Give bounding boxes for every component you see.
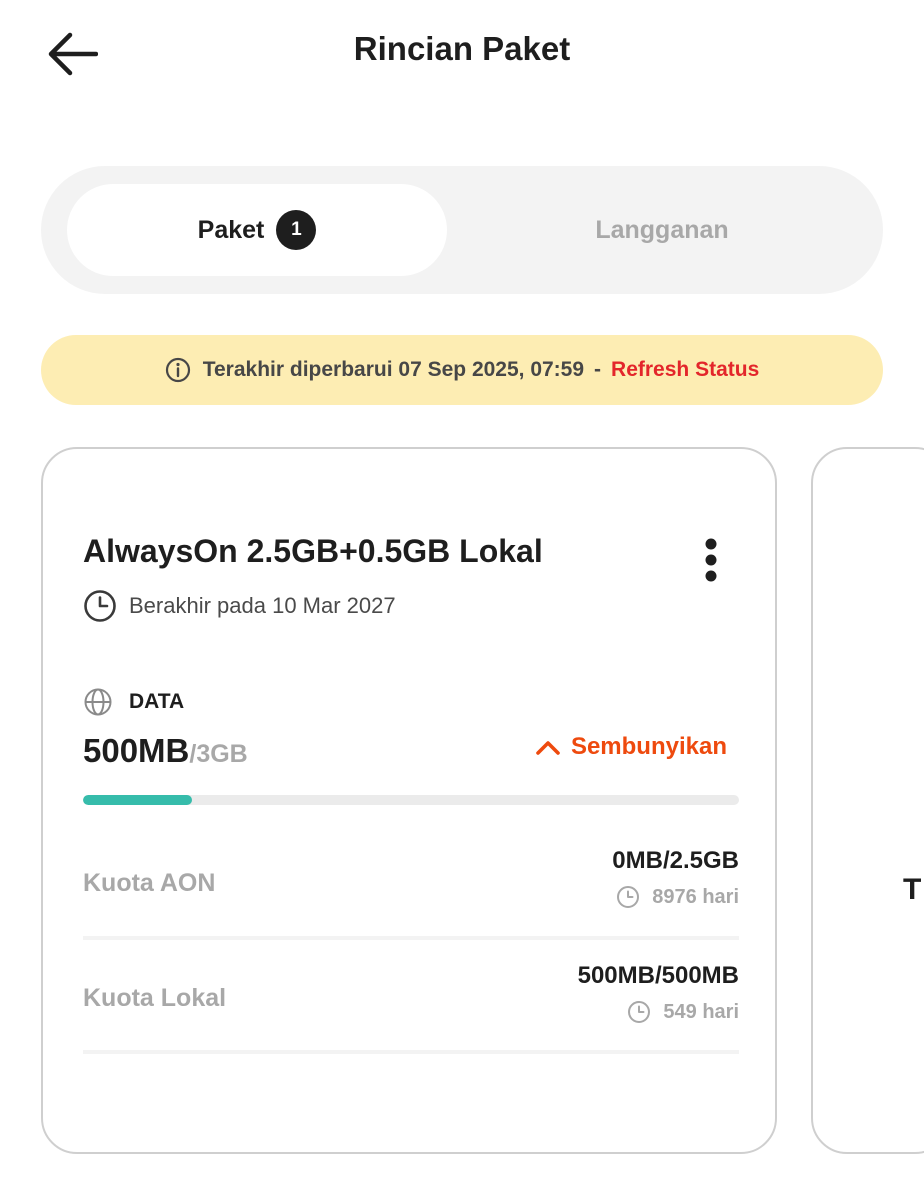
more-vertical-icon: [705, 538, 717, 582]
next-card-peek-text: T: [903, 873, 922, 906]
quota-row-lokal: Kuota Lokal 500MB/500MB 549 hari: [83, 962, 739, 1052]
tab-paket[interactable]: Paket 1: [67, 184, 447, 276]
chevron-up-icon: [535, 738, 561, 756]
tab-bar: Paket 1 Langganan: [41, 166, 883, 294]
data-usage-amount: 500MB/3GB: [83, 732, 248, 770]
package-name: AlwaysOn 2.5GB+0.5GB Lokal: [83, 533, 543, 569]
page-title: Rincian Paket: [353, 30, 571, 67]
clock-icon: [83, 589, 117, 623]
data-used: 500MB: [83, 732, 190, 769]
package-card: AlwaysOn 2.5GB+0.5GB Lokal Berakhir pada…: [41, 447, 777, 1154]
quota-row-aon: Kuota AON 0MB/2.5GB 8976 hari: [83, 847, 739, 937]
quota-validity: 549 hari: [627, 1000, 739, 1024]
quota-validity: 8976 hari: [616, 885, 739, 909]
row-divider: [83, 936, 739, 940]
package-expiry: Berakhir pada 10 Mar 2027: [83, 589, 396, 623]
update-notice: Terakhir diperbarui 07 Sep 2025, 07:59 -…: [41, 335, 883, 405]
notice-text: Terakhir diperbarui 07 Sep 2025, 07:59: [202, 358, 585, 381]
hide-details-button[interactable]: Sembunyikan: [535, 733, 727, 761]
notice-separator: -: [594, 358, 602, 381]
data-label-text: DATA: [129, 690, 185, 713]
data-section-label: DATA: [83, 687, 184, 717]
clock-icon: [616, 885, 640, 909]
globe-icon: [83, 687, 113, 717]
clock-icon: [627, 1000, 651, 1024]
quota-value: 0MB/2.5GB: [612, 847, 739, 874]
tab-langganan[interactable]: Langganan: [462, 184, 862, 276]
tab-paket-badge: 1: [276, 210, 317, 250]
tab-langganan-label: Langganan: [595, 215, 729, 244]
data-total: /3GB: [189, 740, 248, 768]
expiry-text: Berakhir pada 10 Mar 2027: [129, 593, 396, 618]
row-divider: [83, 1050, 739, 1054]
quota-label: Kuota AON: [83, 869, 216, 897]
info-icon: [165, 357, 191, 383]
data-usage-progress-fill: [83, 795, 193, 805]
quota-days: 8976 hari: [652, 885, 739, 908]
quota-label: Kuota Lokal: [83, 984, 227, 1012]
data-usage-progress: [83, 795, 739, 805]
refresh-status-link[interactable]: Refresh Status: [611, 358, 759, 382]
more-options-button[interactable]: [691, 535, 731, 585]
quota-days: 549 hari: [663, 1000, 739, 1023]
header: Rincian Paket: [0, 0, 924, 110]
tab-paket-label: Paket: [197, 215, 265, 244]
next-package-card[interactable]: T: [811, 447, 924, 1154]
quota-value: 500MB/500MB: [577, 962, 739, 989]
hide-details-label: Sembunyikan: [570, 733, 727, 760]
